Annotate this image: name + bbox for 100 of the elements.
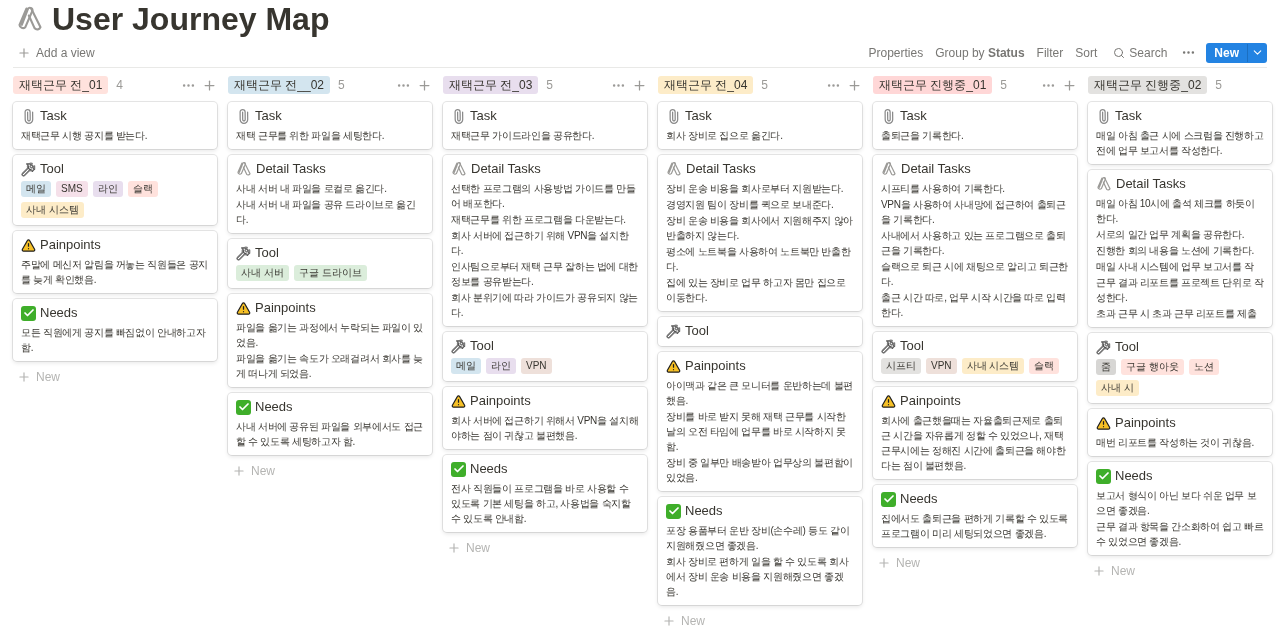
board-card[interactable]: Needs 집에서도 출퇴근을 편하게 기록할 수 있도록 프로그램이 미리 세팅되었으면 좋겠음. [873, 485, 1077, 547]
board-card[interactable]: Needs 전사 직원들이 프로그램을 바로 사용할 수 있도록 기본 세팅을 하고, 사용법을 숙지할 수 있도록 안내함. [443, 455, 647, 532]
board-card[interactable]: Painpoints 회사에 출근했을때는 자율출퇴근제로 출퇴근 시간을 자유롭게 정할 수 있었으나, 재택근무시에는 정해진 시간에 출퇴근을 해야한다는 점이 불편했음. [873, 387, 1077, 479]
warning-icon [451, 393, 466, 409]
tag: SMS [56, 181, 88, 197]
card-title: Detail Tasks [901, 160, 971, 178]
board-card[interactable]: Detail Tasks 선택한 프로그램의 사용방법 가이드를 만들어 배포한다. 재택근무를 위한 프로그램을 다운받는다. 회사 서버에 접근하기 위해 VPN을 설치한다. 인사팀으로부터 재택 근무 잘하는 법에 대한 정보를 공유받는다. 회사 분위기에 따라 가이드가 공유되지 않는다. [443, 155, 647, 326]
card-text: 파일을 옮기는 속도가 오래걸려서 회사를 늦게 떠나게 되었음. [236, 352, 424, 381]
board-card[interactable]: Detail Tasks 시프티를 사용하여 기록한다. VPN을 사용하여 사내망에 접근하여 출퇴근을 기록한다. 사내에서 사용하고 있는 프로그램으로 출퇴근을 기록한다. 슬랙으로 퇴근 시에 채팅으로 알리고 퇴근한다. 출근 시간 따로, 업무 시작 시간을 따로 입력한다. [873, 155, 1077, 326]
add-icon[interactable] [202, 77, 217, 93]
plus-icon [232, 464, 246, 478]
tag: 라인 [92, 181, 123, 197]
toolbar-button[interactable]: Properties [864, 43, 928, 62]
checkmark-icon [236, 399, 251, 415]
board-card[interactable]: Painpoints 매번 리포트를 작성하는 것이 귀찮음. [1088, 409, 1272, 456]
board-card[interactable]: Detail Tasks 장비 운송 비용을 회사로부터 지원받는다. 경영지원 팀이 장비를 퀵으로 보내준다. 장비 운송 비용을 회사에서 지원해주지 않아 반출하지 않는다. 평소에 노트북을 사용하여 노트북만 반출한다. 집에 있는 장비로 업무 하고자 몸만 집으로 이동한다. [658, 155, 862, 311]
card-text: 초과 근무 시 초과 근무 리포트를 제출 [1096, 307, 1258, 321]
card-text: 모든 직원에게 공지를 빠짐없이 안내하고자 함. [21, 326, 207, 355]
card-title: Tool [1115, 338, 1139, 356]
tag: 구글 드라이브 [293, 265, 367, 281]
board-card[interactable]: Tool 사내 서버 구글 드라이브 [228, 239, 432, 288]
tools-icon [21, 161, 36, 177]
board-card[interactable]: Tool [658, 317, 862, 346]
card-text: 사내 서버 내 파일을 공유 드라이브로 옮긴다. [236, 198, 417, 227]
card-text: 출근 시간 따로, 업무 시작 시간을 따로 입력한다. [881, 291, 1067, 320]
card-title: Needs [685, 502, 723, 520]
card-text: 포장 용품부터 운반 장비(손수레) 등도 같이 지원해줬으면 좋겠음. [666, 524, 851, 553]
board-card[interactable]: Needs 포장 용품부터 운반 장비(손수레) 등도 같이 지원해줬으면 좋겠음. 회사 장비로 편하게 일을 할 수 있도록 회사에서 장비 운송 비용을 지원해줬으면 좋겠음. [658, 497, 862, 605]
tag: 메일 [21, 181, 51, 197]
card-title: Detail Tasks [471, 160, 541, 178]
board-card[interactable]: Tool 줌 구글 행아웃 노션 사내 시 [1088, 333, 1272, 403]
card-text: 슬랙으로 퇴근 시에 채팅으로 알리고 퇴근한다. [881, 260, 1069, 289]
board-card[interactable]: Detail Tasks 매일 아침 10시에 출석 체크를 하듯이 한다. 서로의 일간 업무 계획을 공유한다. 진행한 회의 내용을 노션에 기록한다. 매일 사내 시스템에 업무 보고서를 작 근무 결과 리포트를 프로젝트 단위로 작성한다. 초과 근무 시 초과 근무 리포트를 제출 [1088, 170, 1272, 327]
tag: 사내 시 [1096, 380, 1139, 396]
card-title: Detail Tasks [256, 160, 326, 178]
board-card[interactable]: Painpoints 주말에 메신저 알림을 꺼놓는 직원들은 공지를 늦게 확인했음. [13, 231, 217, 293]
checkmark-icon [881, 491, 896, 507]
board-card[interactable]: Task 재택 근무를 위한 파일을 세팅한다. [228, 102, 432, 149]
card-text: 서로의 일간 업무 계획을 공유한다. [1096, 228, 1246, 242]
tag: 시프티 [881, 358, 921, 374]
add-icon[interactable] [417, 77, 432, 93]
card-text: VPN을 사용하여 사내망에 접근하여 출퇴근을 기록한다. [881, 198, 1067, 227]
board-card[interactable]: Task 매일 아침 출근 시에 스크럼을 진행하고 전에 업무 보고서를 작성한다. [1088, 102, 1272, 164]
card-text: 회사에 출근했을때는 자율출퇴근제로 출퇴근 시간을 자유롭게 정할 수 있었으나, 재택근무시에는 정해진 시간에 출퇴근을 해야한다는 점이 불편했음. [881, 414, 1067, 473]
board-card[interactable]: Needs 모든 직원에게 공지를 빠짐없이 안내하고자 함. [13, 299, 217, 361]
search-button[interactable]: Search [1109, 43, 1172, 62]
card-text: 회사 서버에 접근하기 위해 VPN을 설치한다. [451, 229, 630, 258]
card-text: 장비 중 일부만 배송받아 업무상의 불편함이 있었음. [666, 456, 854, 485]
plus-icon [17, 370, 31, 384]
board-card[interactable]: Task 회사 장비로 집으로 옮긴다. [658, 102, 862, 149]
search-icon [1113, 46, 1126, 59]
toolbar-button[interactable]: Sort [1071, 43, 1102, 62]
add-icon[interactable] [1062, 77, 1077, 93]
board-card[interactable]: Tool 메일 SMS 라인 슬랙 사내 시스템 [13, 155, 217, 225]
card-text: 재택근무 시행 공지를 받는다. [21, 129, 149, 143]
card-title: Task [900, 107, 927, 125]
group-label: 재택근무 전_03 [443, 76, 539, 94]
card-title: Task [40, 107, 67, 125]
warning-icon [881, 393, 896, 409]
toolbar-button[interactable]: Filter [1032, 43, 1068, 62]
board-card[interactable]: Painpoints 파일을 옮기는 과정에서 누락되는 파일이 있었음. 파일을 옮기는 속도가 오래걸려서 회사를 늦게 떠나게 되었음. [228, 294, 432, 387]
card-text: 회사 장비로 집으로 옮긴다. [666, 129, 784, 143]
board-card[interactable]: Detail Tasks 사내 서버 내 파일을 로컬로 옮긴다. 사내 서버 내 파일을 공유 드라이브로 옮긴다. [228, 155, 432, 233]
card-text: 매일 사내 시스템에 업무 보고서를 작 [1096, 260, 1255, 274]
card-text: 사내에서 사용하고 있는 프로그램으로 출퇴근을 기록한다. [881, 229, 1067, 258]
paperclips-icon [451, 161, 467, 177]
plus-icon [1092, 564, 1106, 578]
checkmark-icon [451, 461, 466, 477]
board-card[interactable]: Painpoints 회사 서버에 접근하기 위해서 VPN을 설치해야하는 점이 귀찮고 불편했음. [443, 387, 647, 449]
card-text: 회사 서버에 접근하기 위해서 VPN을 설치해야하는 점이 귀찮고 불편했음. [451, 414, 639, 443]
new-button[interactable]: New [1206, 42, 1267, 63]
card-text: 매일 아침 출근 시에 스크럼을 진행하고 전에 업무 보고서를 작성한다. [1096, 129, 1264, 158]
tools-icon [881, 338, 896, 354]
group-label: 재택근무 전_01 [13, 76, 109, 94]
add-icon[interactable] [847, 77, 862, 93]
tools-icon [236, 245, 251, 261]
card-text: 집에 있는 장비로 업무 하고자 몸만 집으로 이동한다. [666, 276, 847, 305]
board-card[interactable]: Needs 보고서 형식이 아닌 보다 쉬운 업무 보 으면 좋겠음. 근무 결과 항목을 간소화하여 쉽고 빠르 수 있었으면 좋겠음. [1088, 462, 1272, 555]
card-title: Painpoints [470, 392, 531, 410]
board-card[interactable]: Tool 메일 라인 VPN [443, 332, 647, 381]
add-icon[interactable] [632, 77, 647, 93]
warning-icon [1096, 415, 1111, 431]
card-text: 경영지원 팀이 장비를 퀵으로 보내준다. [666, 198, 835, 212]
add-view-button[interactable]: Add a view [13, 43, 99, 62]
card-text: 회사 장비로 편하게 일을 할 수 있도록 회사에서 장비 운송 비용을 지원해줬으면 좋겠음. [666, 555, 850, 599]
card-title: Needs [40, 304, 78, 322]
tag: 슬랙 [1029, 358, 1060, 374]
toolbar-button[interactable]: Group by Status [931, 43, 1029, 62]
card-text: 주말에 메신저 알림을 꺼놓는 직원들은 공지를 늦게 확인했음. [21, 258, 209, 287]
board-card[interactable]: Tool 시프티 VPN 사내 시스템 슬랙 [873, 332, 1077, 381]
group-count: 5 [338, 77, 345, 94]
board-card[interactable]: Task 재택근무 가이드라인을 공유한다. [443, 102, 647, 149]
board-card[interactable]: Task 재택근무 시행 공지를 받는다. [13, 102, 217, 149]
card-text: 출퇴근을 기록한다. [881, 129, 965, 143]
group-label: 재택근무 진행중_02 [1088, 76, 1208, 94]
card-text: 진행한 회의 내용을 노션에 기록한다. [1096, 244, 1255, 258]
tag: 구글 행아웃 [1121, 359, 1184, 375]
board-card[interactable]: Painpoints 아이맥과 같은 큰 모니터를 운반하는데 불편했음. 장비를 바로 받지 못해 재택 근무를 시작한 날의 오전 타임에 업무를 바로 시작하지 못함. 장비 중 일부만 배송받아 업무상의 불편함이 있었음. [658, 352, 862, 491]
board-card[interactable]: Task 출퇴근을 기록한다. [873, 102, 1077, 149]
board-card[interactable]: Needs 사내 서버에 공유된 파일을 외부에서도 접근할 수 있도록 세팅하고자 함. [228, 393, 432, 455]
